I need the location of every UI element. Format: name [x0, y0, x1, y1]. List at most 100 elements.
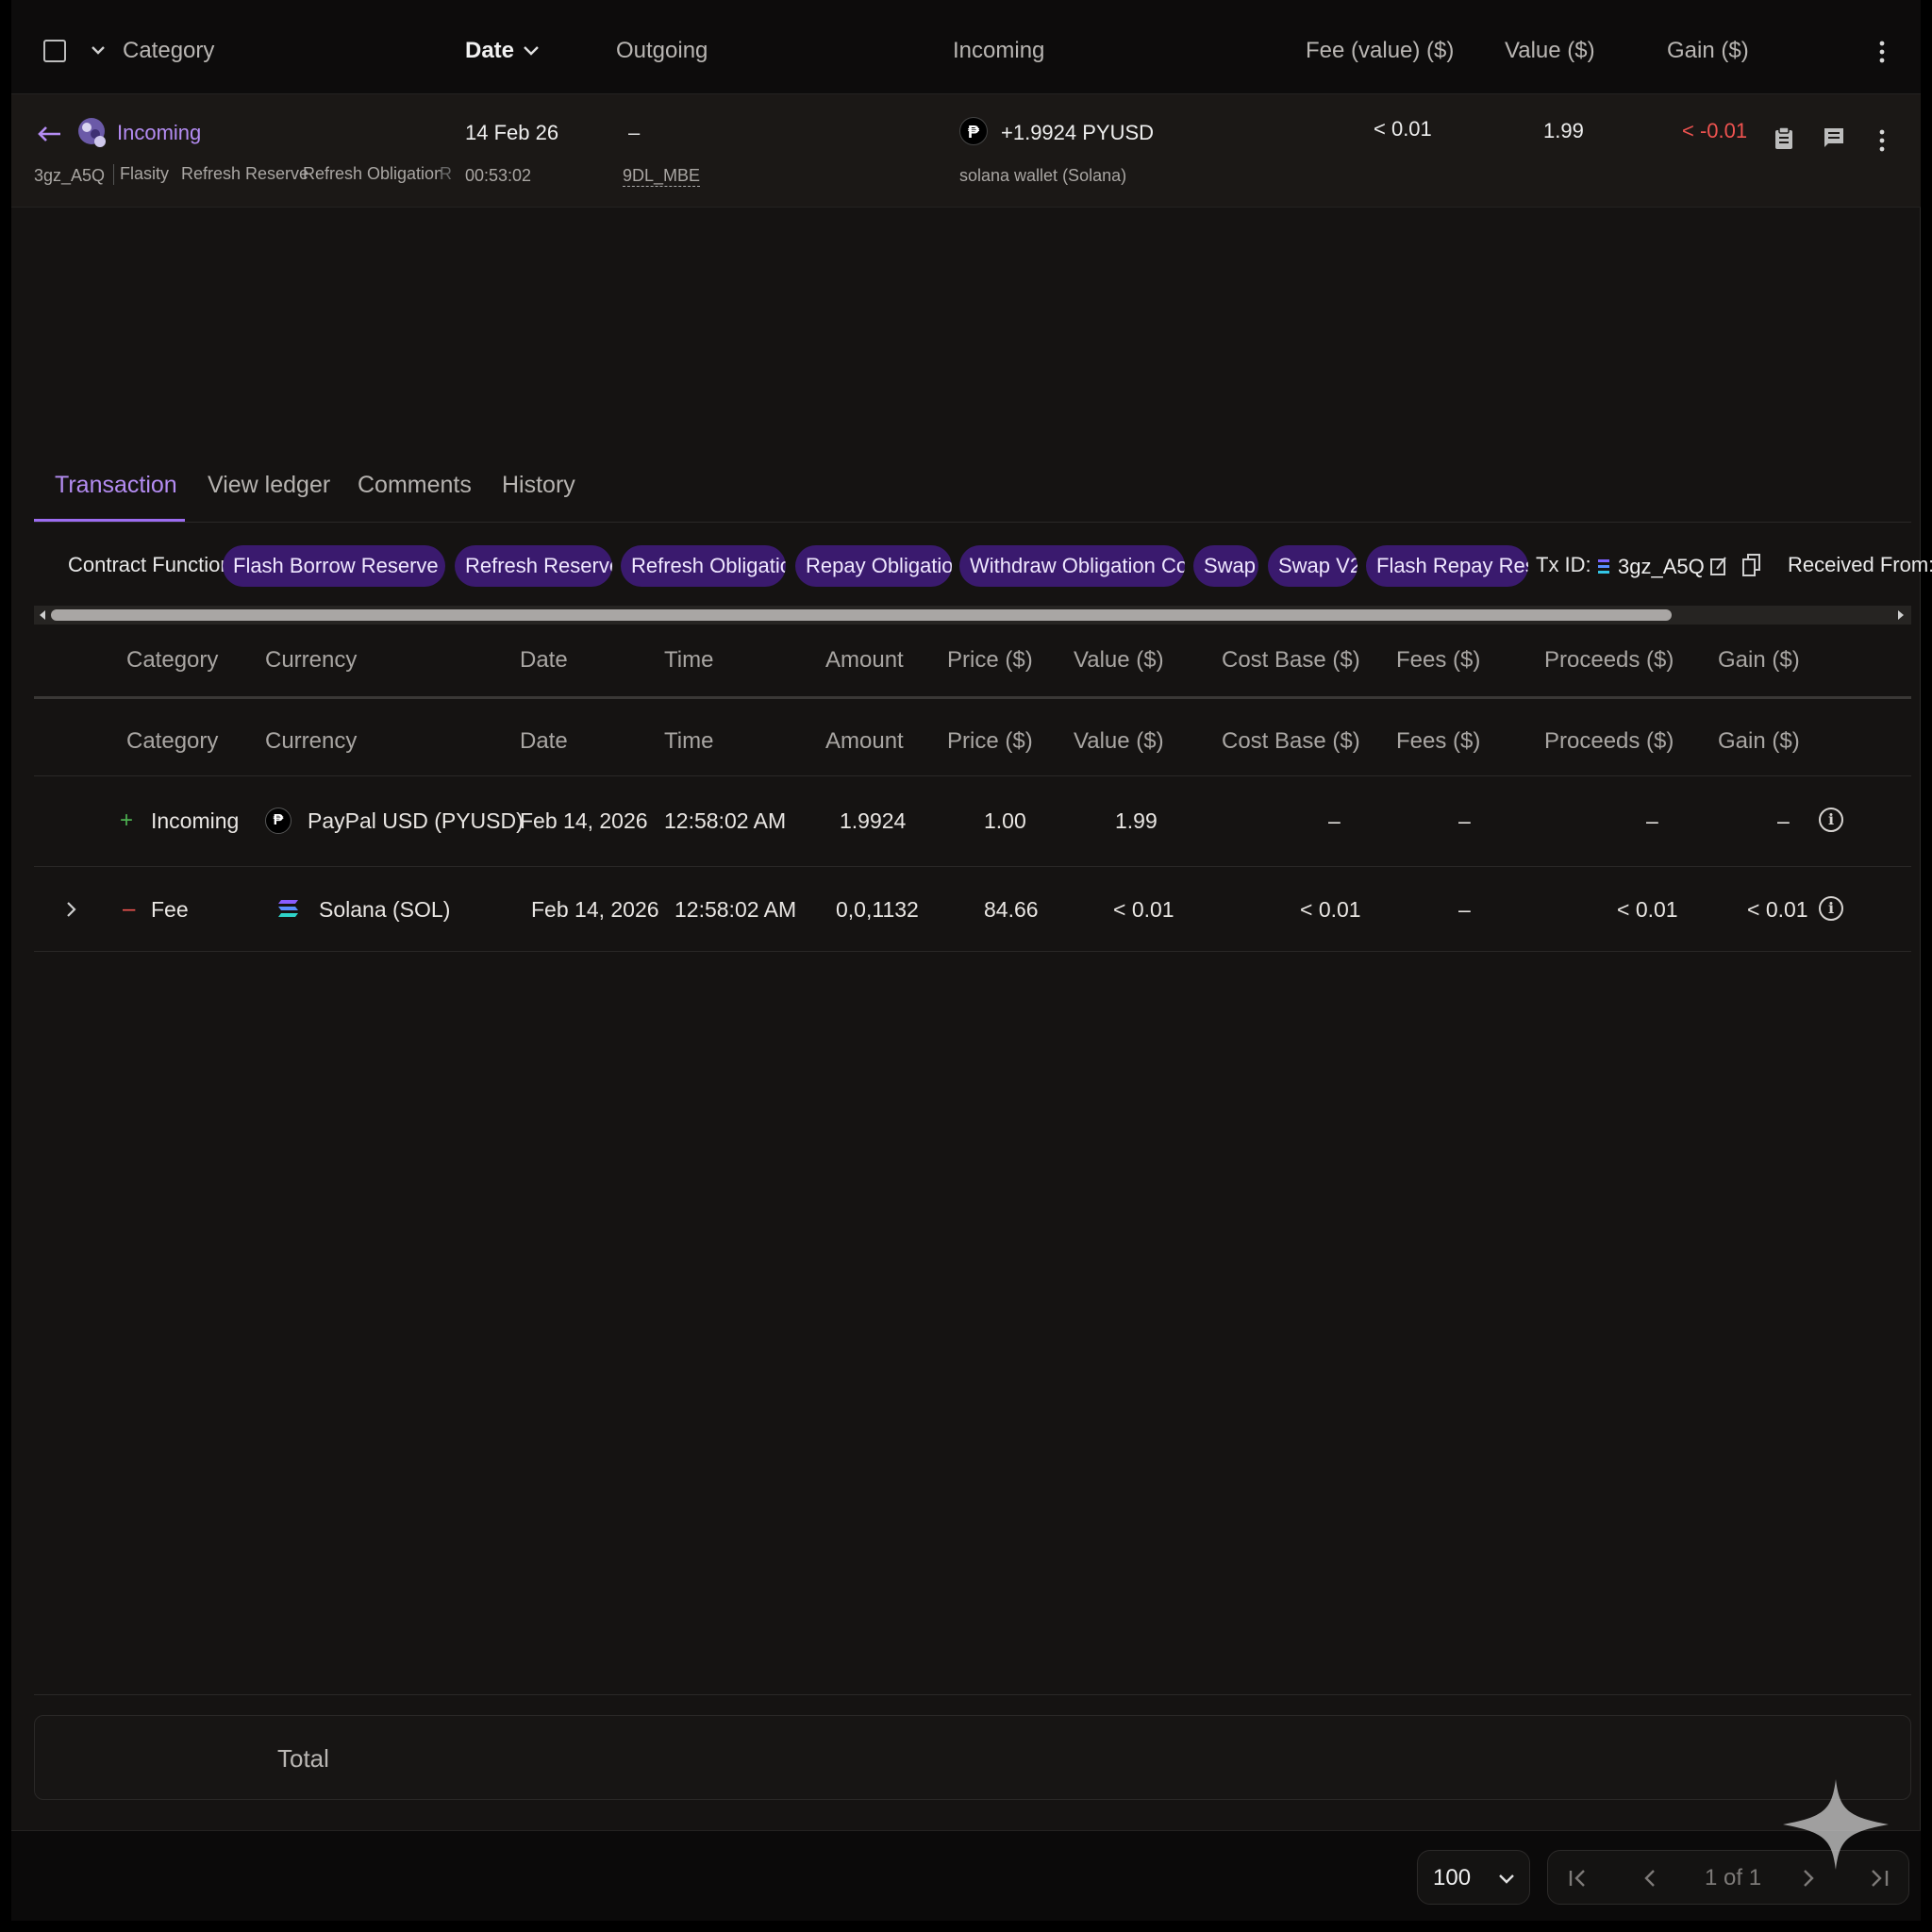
- col-gain: Gain ($): [1718, 647, 1800, 673]
- tab-view-ledger[interactable]: View ledger: [208, 472, 330, 499]
- row-time: 12:58:02 AM: [675, 897, 797, 922]
- pyusd-icon: ₱: [959, 117, 988, 145]
- col-gain: Gain ($): [1718, 728, 1800, 754]
- row-price: 1.00: [984, 808, 1026, 833]
- sparkle-icon: [1783, 1779, 1889, 1870]
- col-cost-base: Cost Base ($): [1222, 647, 1360, 673]
- prev-page-icon[interactable]: [1642, 1868, 1657, 1889]
- scroll-left-icon[interactable]: [38, 609, 47, 621]
- total-row: Total: [34, 1715, 1911, 1800]
- row-proceeds: < 0.01: [1617, 897, 1678, 922]
- col-price: Price ($): [947, 728, 1033, 754]
- contract-chip[interactable]: Withdraw Obligation Coll...: [959, 545, 1185, 587]
- header-gain[interactable]: Gain ($): [1667, 38, 1749, 64]
- page-size-value: 100: [1433, 1865, 1472, 1890]
- tx-gain: < -0.01: [1682, 119, 1748, 142]
- solana-icon: [1598, 559, 1609, 574]
- col-amount: Amount: [825, 647, 904, 673]
- tabs-divider: [34, 522, 1911, 523]
- tx-date: 14 Feb 26: [465, 121, 559, 144]
- page-info: 1 of 1: [1705, 1865, 1762, 1890]
- col-price: Price ($): [947, 647, 1033, 673]
- row-category: Fee: [151, 897, 189, 922]
- contract-chip[interactable]: Swap V2: [1268, 545, 1357, 587]
- row-date: Feb 14, 2026: [520, 808, 648, 833]
- tx-outgoing: –: [628, 121, 641, 144]
- tx-tag: Flasity: [120, 164, 170, 183]
- col-proceeds: Proceeds ($): [1544, 728, 1674, 754]
- tx-outgoing-sub[interactable]: 9DL_MBE: [623, 166, 701, 187]
- pagination-bar: 100 1 of 1: [11, 1830, 1921, 1921]
- contract-chip[interactable]: Flash Borrow Reserve Li...: [223, 545, 445, 587]
- txid-label: Tx ID:: [1536, 553, 1591, 576]
- table-header: Category Date Outgoing Incoming Fee (val…: [11, 0, 1921, 94]
- row-time: 12:58:02 AM: [664, 808, 787, 833]
- row-fees: –: [1458, 808, 1471, 833]
- row-category: Incoming: [151, 808, 240, 833]
- contract-chip[interactable]: Flash Repay Reserv: [1366, 545, 1528, 587]
- tab-history[interactable]: History: [502, 472, 575, 499]
- row-more-icon[interactable]: [1877, 128, 1887, 153]
- row-amount: 1.9924: [840, 808, 907, 833]
- total-divider: [34, 1694, 1911, 1695]
- contract-chip[interactable]: Refresh Reserve: [455, 545, 612, 587]
- header-date[interactable]: Date: [465, 38, 514, 64]
- txid-value[interactable]: 3gz_A5Q: [1618, 555, 1705, 579]
- chevron-down-icon[interactable]: [89, 43, 108, 58]
- tx-category[interactable]: Incoming: [117, 121, 201, 145]
- col-value: Value ($): [1074, 728, 1164, 754]
- arrow-left-icon: [38, 126, 60, 142]
- chevron-down-icon: [1499, 1874, 1514, 1884]
- scrollbar-thumb[interactable]: [51, 609, 1672, 621]
- app-frame: Category Date Outgoing Incoming Fee (val…: [11, 0, 1932, 1921]
- tx-value: 1.99: [1543, 119, 1584, 142]
- info-icon[interactable]: i: [1819, 896, 1843, 921]
- received-from-label: Received From:: [1788, 553, 1932, 576]
- contract-chip[interactable]: Refresh Obligation: [621, 545, 786, 587]
- contract-function-label: Contract Function:: [68, 553, 238, 576]
- col-category: Category: [126, 728, 219, 754]
- wallet-avatar-icon: [78, 118, 106, 147]
- row-gain: –: [1777, 808, 1790, 833]
- copy-icon[interactable]: [1741, 553, 1762, 577]
- tx-tag: R: [440, 164, 452, 183]
- external-link-icon[interactable]: [1709, 555, 1728, 577]
- tab-comments[interactable]: Comments: [358, 472, 472, 499]
- contract-chip[interactable]: Repay Obligation: [795, 545, 952, 587]
- tab-transaction[interactable]: Transaction: [55, 472, 177, 499]
- tx-time: 00:53:02: [465, 166, 532, 185]
- info-icon[interactable]: i: [1819, 808, 1843, 832]
- more-vert-icon[interactable]: [1877, 40, 1887, 64]
- header-incoming[interactable]: Incoming: [953, 38, 1044, 64]
- row-currency[interactable]: PayPal USD (PYUSD): [308, 808, 524, 834]
- header-category[interactable]: Category: [123, 38, 214, 64]
- select-all-checkbox[interactable]: [43, 40, 66, 62]
- chevron-right-icon[interactable]: [64, 900, 77, 919]
- header-outgoing[interactable]: Outgoing: [616, 38, 708, 64]
- total-label: Total: [277, 1744, 329, 1773]
- page-size-select[interactable]: 100: [1417, 1850, 1530, 1905]
- row-currency[interactable]: Solana (SOL): [319, 897, 450, 923]
- tx-fee: < 0.01: [1374, 117, 1432, 141]
- tx-id-short[interactable]: 3gz_A5Q: [34, 166, 105, 186]
- row-sign: +: [120, 808, 134, 833]
- header-value[interactable]: Value ($): [1505, 38, 1595, 64]
- sort-chevron-icon[interactable]: [521, 43, 541, 60]
- header-fee[interactable]: Fee (value) ($): [1306, 38, 1454, 64]
- col-cost-base: Cost Base ($): [1222, 728, 1360, 754]
- header-divider: [34, 696, 1911, 699]
- comment-icon[interactable]: [1823, 126, 1845, 149]
- clipboard-icon[interactable]: [1774, 126, 1794, 151]
- contract-chip[interactable]: Swap: [1193, 545, 1258, 587]
- tx-tag: Refresh Reserve: [181, 164, 309, 183]
- row-gain: < 0.01: [1747, 897, 1808, 922]
- col-amount: Amount: [825, 728, 904, 754]
- row-sign: –: [123, 896, 136, 922]
- col-date: Date: [520, 728, 568, 754]
- first-page-icon[interactable]: [1567, 1868, 1590, 1889]
- row-divider: [34, 866, 1911, 867]
- transaction-row[interactable]: Incoming 3gz_A5Q Flasity Refresh Reserve…: [11, 94, 1921, 208]
- scroll-right-icon[interactable]: [1896, 609, 1906, 621]
- solana-icon: [278, 900, 298, 917]
- tx-incoming-wallet[interactable]: solana wallet (Solana): [959, 166, 1126, 186]
